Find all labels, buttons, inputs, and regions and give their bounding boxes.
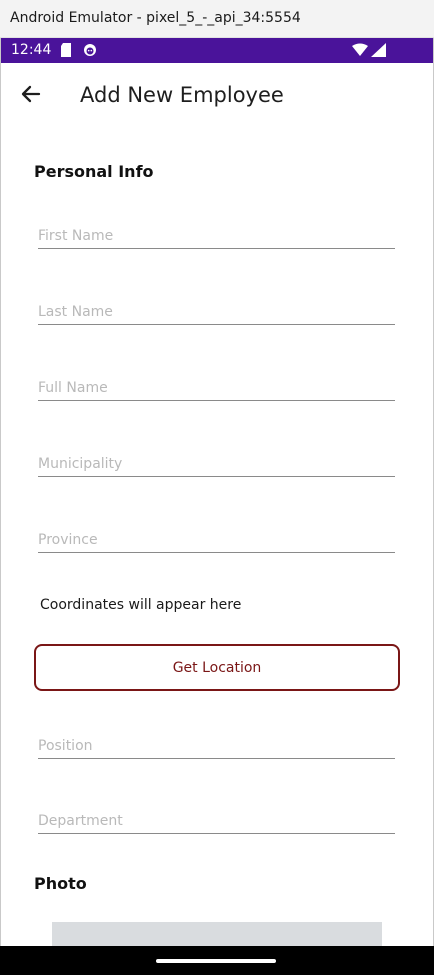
emulator-title-bar: Android Emulator - pixel_5_-_api_34:5554 bbox=[0, 0, 434, 38]
app-bar: Add New Employee bbox=[0, 63, 434, 129]
status-bar: 12:44 bbox=[0, 38, 434, 63]
page-title: Add New Employee bbox=[80, 83, 284, 107]
full-name-field[interactable] bbox=[38, 367, 395, 401]
municipality-input[interactable] bbox=[38, 456, 395, 472]
arrow-left-icon[interactable] bbox=[18, 81, 44, 107]
full-name-input[interactable] bbox=[38, 380, 395, 396]
wifi-icon bbox=[352, 43, 368, 62]
navigation-bar bbox=[0, 946, 434, 975]
window-left-edge bbox=[0, 38, 1, 946]
province-field[interactable] bbox=[38, 519, 395, 553]
first-name-input[interactable] bbox=[38, 228, 395, 244]
municipality-field[interactable] bbox=[38, 443, 395, 477]
position-field[interactable] bbox=[38, 725, 395, 759]
last-name-field[interactable] bbox=[38, 291, 395, 325]
first-name-field[interactable] bbox=[38, 215, 395, 249]
position-input[interactable] bbox=[38, 738, 395, 754]
photo-heading: Photo bbox=[34, 874, 87, 893]
personal-info-heading: Personal Info bbox=[34, 162, 154, 181]
department-input[interactable] bbox=[38, 813, 395, 829]
emulator-window-title: Android Emulator - pixel_5_-_api_34:5554 bbox=[10, 10, 301, 26]
last-name-input[interactable] bbox=[38, 304, 395, 320]
home-gesture-handle[interactable] bbox=[156, 959, 276, 963]
department-field[interactable] bbox=[38, 800, 395, 834]
status-time: 12:44 bbox=[11, 42, 52, 58]
face-icon bbox=[83, 43, 97, 62]
get-location-button[interactable]: Get Location bbox=[34, 644, 400, 691]
sd-card-icon bbox=[60, 43, 72, 62]
signal-icon bbox=[371, 43, 386, 62]
coordinates-label: Coordinates will appear here bbox=[40, 597, 242, 613]
province-input[interactable] bbox=[38, 532, 395, 548]
